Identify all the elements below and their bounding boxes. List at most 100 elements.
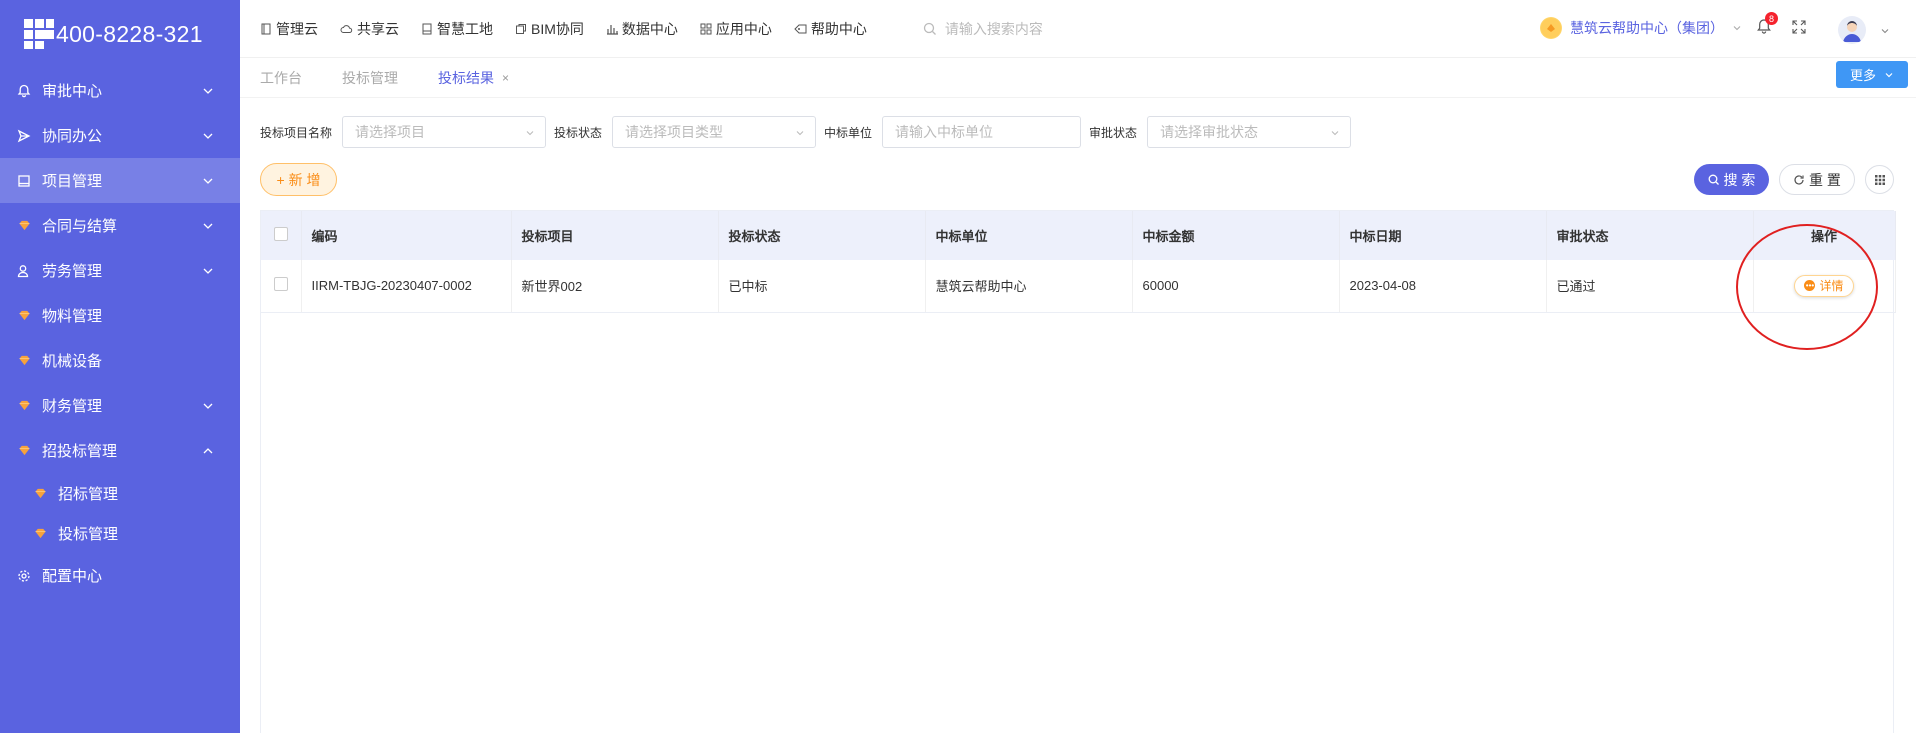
more-button[interactable]: 更多 (1835, 61, 1908, 88)
topnav-item-management-cloud[interactable]: 管理云 (260, 19, 318, 39)
sidebar-item-material-management[interactable]: 物料管理 (0, 293, 240, 338)
tab-bid-result[interactable]: 投标结果 × (438, 68, 509, 88)
sidebar-item-bid-management[interactable]: 投标管理 (0, 513, 240, 553)
checkbox[interactable] (273, 277, 288, 292)
column-header: 编码 (301, 211, 512, 260)
table-row: IIRM-TBJG-20230407-0002 新世界002 已中标 慧筑云帮助… (261, 260, 1896, 313)
chevron-down-icon (203, 178, 213, 184)
cell-date: 2023-04-08 (1339, 260, 1547, 313)
chevron-down-icon (203, 223, 213, 229)
chevron-down-icon[interactable] (1880, 26, 1890, 36)
search-button[interactable]: 搜 索 (1694, 164, 1769, 195)
bell-icon (16, 83, 32, 99)
send-icon (16, 128, 32, 144)
tab-bid-management[interactable]: 投标管理 (342, 68, 398, 88)
topnav-label: 管理云 (276, 20, 318, 37)
search-button-label: 搜 索 (1723, 171, 1756, 188)
cell-bid-status: 已中标 (718, 260, 926, 313)
add-button[interactable]: + 新 增 (260, 163, 337, 196)
sidebar-item-project-management[interactable]: 项目管理 (0, 158, 240, 203)
winner-input[interactable]: 请输入中标单位 (882, 116, 1082, 148)
chevron-down-icon (203, 133, 213, 139)
bid-status-select[interactable]: 请选择项目类型 (612, 116, 817, 148)
chart-icon (606, 24, 618, 35)
chevron-down-icon (203, 88, 213, 94)
notification-count-badge: 8 (1765, 12, 1778, 25)
page-tabs: 工作台 投标管理 投标结果 × 更多 (240, 58, 1916, 98)
tag-icon (794, 24, 807, 33)
sidebar-item-label: 机械设备 (42, 353, 103, 370)
reset-button[interactable]: 重 置 (1779, 164, 1855, 195)
global-search (923, 20, 1145, 37)
sidebar-item-label: 物料管理 (42, 308, 103, 325)
avatar-icon (1843, 21, 1861, 42)
cell-winner: 慧筑云帮助中心 (925, 260, 1133, 313)
close-icon[interactable]: × (502, 71, 509, 85)
brand-phone: 400-8228-321 (56, 20, 203, 47)
sidebar-item-config-center[interactable]: 配置中心 (0, 553, 240, 598)
fullscreen-button[interactable] (1792, 20, 1806, 37)
approval-status-select[interactable]: 请选择审批状态 (1147, 116, 1352, 148)
sidebar-item-label: 财务管理 (42, 398, 103, 415)
gem-icon (16, 443, 32, 459)
topnav-label: 数据中心 (621, 20, 678, 37)
chevron-down-icon (796, 131, 804, 136)
sidebar-item-approval-center[interactable]: 审批中心 (0, 68, 240, 113)
tab-workbench[interactable]: 工作台 (260, 68, 302, 88)
apps-icon (700, 23, 712, 34)
notification-button[interactable]: 8 (1756, 12, 1778, 38)
row-select[interactable] (261, 260, 302, 313)
chevron-down-icon (203, 268, 213, 274)
gem-icon (32, 485, 48, 501)
sidebar-item-finance[interactable]: 财务管理 (0, 383, 240, 428)
project-select[interactable]: 请选择项目 (342, 116, 547, 148)
sidebar-item-machinery[interactable]: 机械设备 (0, 338, 240, 383)
header-select-all[interactable] (261, 211, 302, 260)
topnav-item-data-center[interactable]: 数据中心 (606, 19, 678, 39)
winner-input-placeholder: 请输入中标单位 (895, 124, 994, 140)
chevron-down-icon (1733, 26, 1741, 31)
sidebar-item-labor-management[interactable]: 劳务管理 (0, 248, 240, 293)
more-dots-icon: ••• (1804, 280, 1816, 292)
sidebar-item-collaboration[interactable]: 协同办公 (0, 113, 240, 158)
global-search-input[interactable] (944, 20, 1145, 37)
grid-icon (1874, 174, 1885, 185)
filter-label-approval: 审批状态 (1089, 125, 1138, 140)
chevron-down-icon (203, 403, 213, 409)
search-icon (923, 22, 936, 35)
reset-button-label: 重 置 (1809, 171, 1841, 188)
cloud-icon (340, 24, 353, 33)
topnav-item-help-center[interactable]: 帮助中心 (794, 19, 867, 39)
cell-project: 新世界002 (511, 260, 719, 313)
sidebar-item-tender-management[interactable]: 招标管理 (0, 473, 240, 513)
org-switcher[interactable]: 慧筑云帮助中心（集团） (1540, 17, 1742, 39)
topnav-item-share-cloud[interactable]: 共享云 (340, 19, 399, 39)
tab-label: 工作台 (260, 69, 302, 86)
column-header: 投标项目 (511, 211, 719, 260)
topnav-item-bim[interactable]: BIM协同 (515, 19, 584, 39)
checkbox[interactable] (273, 227, 288, 241)
topnav-label: BIM协同 (531, 20, 584, 37)
user-avatar[interactable] (1838, 16, 1866, 44)
top-nav: 管理云 共享云 智慧工地 BIM协同 数据中心 应用中心 帮助中心 (240, 19, 889, 39)
doc-icon (422, 23, 432, 34)
sidebar-item-contract-settlement[interactable]: 合同与结算 (0, 203, 240, 248)
sidebar-item-bidding-management[interactable]: 招投标管理 (0, 428, 240, 473)
tab-label: 投标管理 (342, 69, 398, 86)
filter-label-winner: 中标单位 (824, 125, 873, 140)
copy-icon (516, 23, 526, 34)
detail-button-label: 详情 (1819, 279, 1844, 294)
topnav-item-smart-site[interactable]: 智慧工地 (421, 19, 493, 39)
logo: 400-8228-321 (0, 0, 240, 68)
more-button-label: 更多 (1849, 68, 1876, 83)
sidebar-item-label: 招标管理 (58, 485, 119, 503)
refresh-icon (1794, 174, 1804, 185)
approval-select-placeholder: 请选择审批状态 (1160, 124, 1259, 140)
cell-code: IIRM-TBJG-20230407-0002 (301, 260, 512, 313)
column-settings-button[interactable] (1865, 165, 1894, 194)
sidebar-item-label: 协同办公 (42, 128, 103, 145)
sidebar-item-label: 投标管理 (58, 525, 119, 543)
detail-button[interactable]: ••• 详情 (1794, 274, 1854, 297)
logo-mark-icon (24, 19, 54, 49)
topnav-item-app-center[interactable]: 应用中心 (700, 19, 772, 39)
